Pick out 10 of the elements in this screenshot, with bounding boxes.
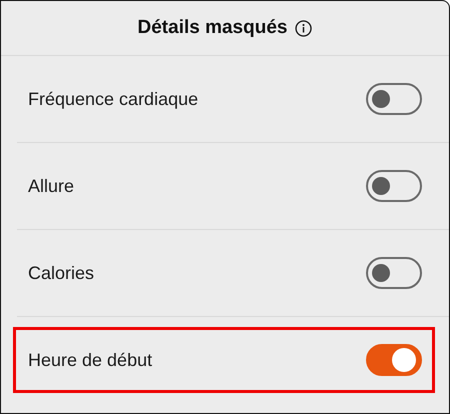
toggle-switch[interactable]	[366, 83, 422, 115]
toggle-switch[interactable]	[366, 170, 422, 202]
setting-label: Calories	[28, 262, 94, 284]
page-title: Détails masqués	[138, 17, 288, 39]
info-icon[interactable]	[295, 20, 312, 36]
toggle-switch[interactable]	[366, 344, 422, 376]
setting-label: Fréquence cardiaque	[28, 88, 198, 110]
toggle-switch[interactable]	[366, 257, 422, 289]
setting-label: Heure de début	[28, 350, 152, 370]
setting-label: Allure	[28, 176, 74, 196]
